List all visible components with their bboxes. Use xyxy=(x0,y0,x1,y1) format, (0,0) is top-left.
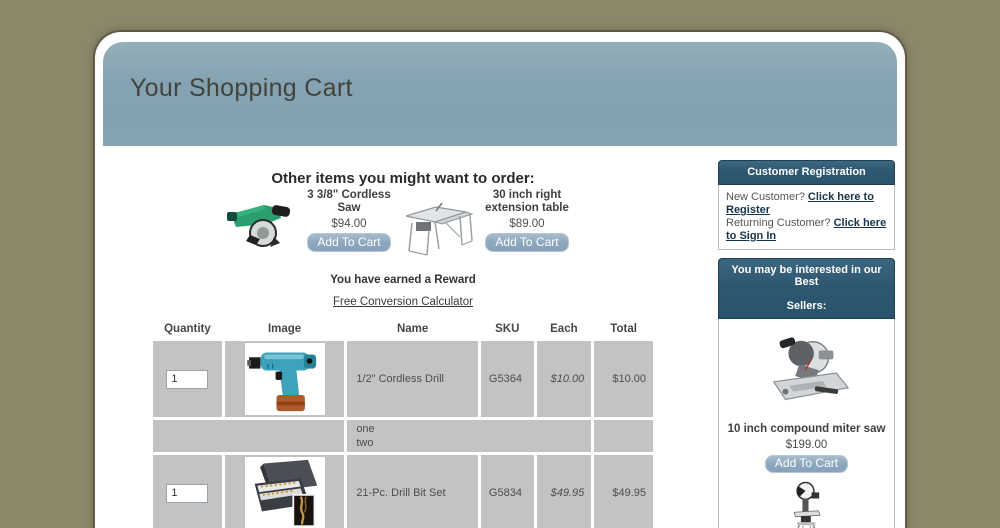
note-empty-cell xyxy=(594,420,653,452)
item-name: 1/2" Cordless Drill xyxy=(347,341,478,417)
customer-registration-panel: Customer Registration New Customer? Clic… xyxy=(718,160,895,250)
shopping-cart-page: Your Shopping Cart Other items you might… xyxy=(95,32,905,528)
quantity-input[interactable] xyxy=(166,370,208,389)
recommendations-heading: Other items you might want to order: xyxy=(150,170,656,187)
best-sellers-panel-body: 10 inch compound miter saw $199.00 Add T… xyxy=(718,319,895,528)
add-to-cart-button[interactable]: Add To Cart xyxy=(307,233,390,252)
add-to-cart-button[interactable]: Add To Cart xyxy=(765,455,848,473)
column-header-quantity: Quantity xyxy=(153,321,222,338)
note-line: two xyxy=(356,437,373,449)
best-sellers-title-line: Sellers: xyxy=(723,300,890,312)
note-cell: one two xyxy=(347,420,591,452)
best-sellers-panel: You may be interested in our Best Seller… xyxy=(718,258,895,528)
item-total-price: $49.95 xyxy=(594,455,653,528)
registration-panel-body: New Customer? Click here to Register Ret… xyxy=(718,185,895,250)
item-sku: G5364 xyxy=(481,341,534,417)
best-sellers-title-line: You may be interested in our Best xyxy=(723,264,890,288)
new-customer-text: New Customer? xyxy=(726,191,808,203)
recommended-item: 30 inch right extension table $89.00 Add… xyxy=(480,189,574,252)
note-empty-cell xyxy=(153,420,344,452)
cart-note-row: one two xyxy=(153,420,653,452)
note-line: one xyxy=(356,423,374,435)
cart-table: Quantity Image Name SKU Each Total xyxy=(150,318,656,528)
column-header-each: Each xyxy=(537,321,592,338)
item-total-price: $10.00 xyxy=(594,341,653,417)
cart-row: 21-Pc. Drill Bit Set G5834 $49.95 $49.95 xyxy=(153,455,653,528)
column-header-sku: SKU xyxy=(481,321,534,338)
extension-table-image[interactable] xyxy=(402,197,474,259)
image-cell xyxy=(225,341,344,417)
item-each-price: $10.00 xyxy=(537,341,592,417)
page-title: Your Shopping Cart xyxy=(130,74,353,103)
cordless-drill-image xyxy=(245,343,325,415)
recommendations-row: 3 3/8" Cordless Saw $94.00 Add To Cart xyxy=(150,189,656,259)
page-banner: Your Shopping Cart xyxy=(103,42,897,146)
item-name: 21-Pc. Drill Bit Set xyxy=(347,455,478,528)
add-to-cart-button[interactable]: Add To Cart xyxy=(485,233,568,252)
item-each-price: $49.95 xyxy=(537,455,592,528)
main-content: Other items you might want to order: 3 3… xyxy=(150,170,656,528)
image-cell xyxy=(225,455,344,528)
column-header-total: Total xyxy=(594,321,653,338)
best-sellers-panel-header: You may be interested in our Best Seller… xyxy=(718,258,895,319)
quantity-input[interactable] xyxy=(166,484,208,503)
band-saw-image[interactable] xyxy=(775,481,839,528)
item-sku: G5834 xyxy=(481,455,534,528)
recommended-item-name: 3 3/8" Cordless Saw xyxy=(302,189,396,215)
quantity-cell xyxy=(153,341,222,417)
column-header-image: Image xyxy=(225,321,344,338)
registration-panel-header: Customer Registration xyxy=(718,160,895,185)
column-header-name: Name xyxy=(347,321,478,338)
recommended-item: 3 3/8" Cordless Saw $94.00 Add To Cart xyxy=(302,189,396,252)
conversion-calculator-link[interactable]: Free Conversion Calculator xyxy=(333,296,473,308)
best-seller-name: 10 inch compound miter saw xyxy=(726,423,887,436)
best-seller-price: $199.00 xyxy=(726,439,887,452)
cart-row: 1/2" Cordless Drill G5364 $10.00 $10.00 xyxy=(153,341,653,417)
reward-message: You have earned a Reward xyxy=(150,274,656,286)
recommended-item-price: $94.00 xyxy=(302,218,396,230)
drill-bit-set-image xyxy=(245,457,325,528)
compound-miter-saw-image[interactable] xyxy=(759,331,855,419)
cordless-saw-image[interactable] xyxy=(226,197,296,253)
recommended-item-price: $89.00 xyxy=(480,218,574,230)
returning-customer-text: Returning Customer? xyxy=(726,217,834,229)
quantity-cell xyxy=(153,455,222,528)
cart-header-row: Quantity Image Name SKU Each Total xyxy=(153,321,653,338)
recommended-item-name: 30 inch right extension table xyxy=(480,189,574,215)
